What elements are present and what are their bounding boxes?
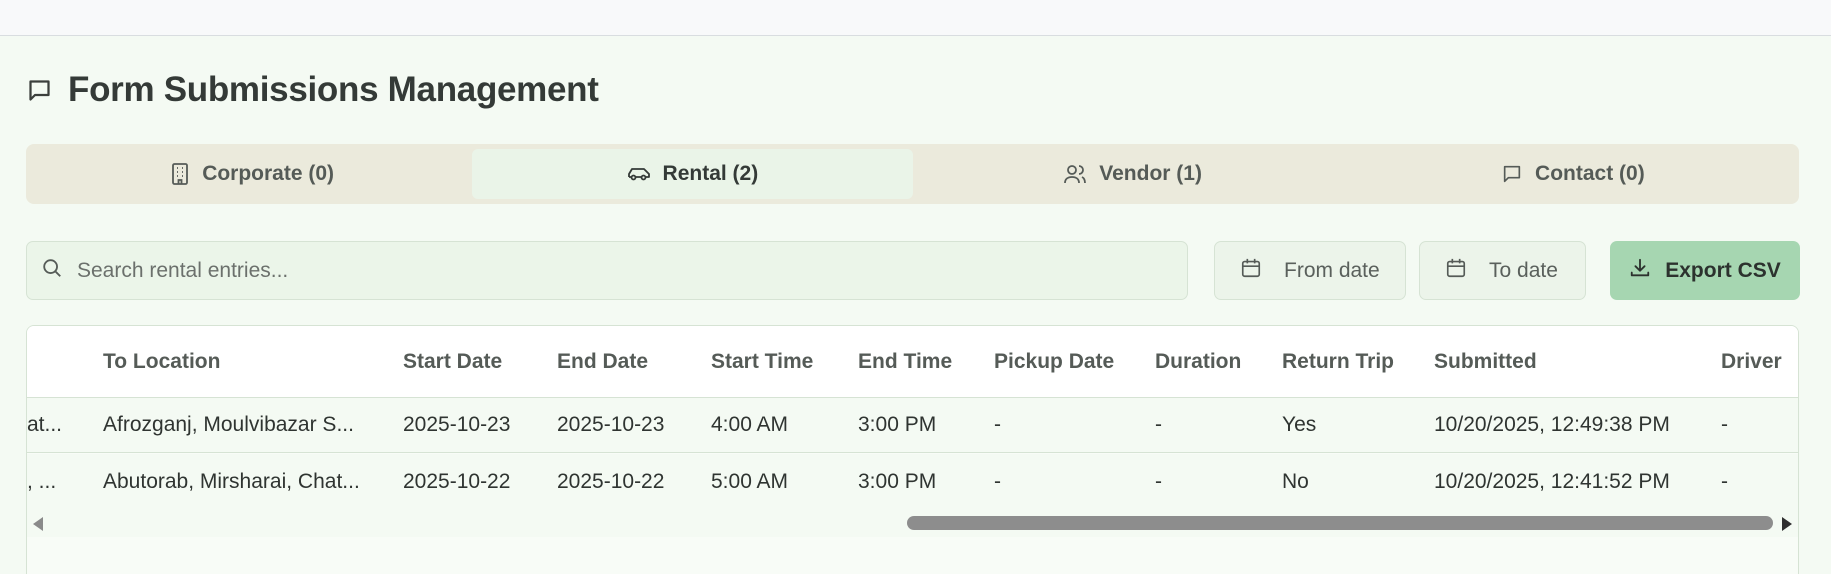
users-icon: [1063, 164, 1087, 184]
tab-contact[interactable]: Contact (0): [1353, 149, 1793, 199]
search-icon: [41, 257, 63, 284]
column-header-end-date[interactable]: End Date: [557, 326, 648, 397]
cell-end-date: 2025-10-22: [557, 469, 665, 493]
cell-end-time: 3:00 PM: [858, 413, 937, 436]
tab-rental[interactable]: Rental (2): [472, 149, 913, 199]
tab-corporate[interactable]: Corporate (0): [32, 149, 472, 199]
scrollbar-thumb[interactable]: [907, 516, 1773, 530]
column-header-driver[interactable]: Driver: [1721, 326, 1782, 397]
submission-type-tabs: Corporate (0) Rental (2) Vendor (1) Cont…: [26, 144, 1799, 204]
column-header-start-date[interactable]: Start Date: [403, 326, 502, 397]
tab-label: Contact (0): [1535, 162, 1645, 185]
cell-submitted: 10/20/2025, 12:49:38 PM: [1434, 413, 1670, 436]
scroll-right-arrow-icon[interactable]: [1782, 517, 1792, 531]
cell-start-time: 4:00 AM: [711, 413, 789, 436]
tab-label: Vendor (1): [1099, 162, 1202, 185]
export-label: Export CSV: [1665, 258, 1781, 282]
search-input[interactable]: [77, 258, 1157, 283]
cell-start-time: 5:00 AM: [711, 469, 789, 493]
message-icon: [1501, 163, 1523, 185]
car-icon: [627, 165, 651, 183]
cell-pickup-date: -: [994, 413, 1001, 436]
scroll-left-arrow-icon[interactable]: [33, 517, 43, 531]
column-header-end-time[interactable]: End Time: [858, 326, 952, 397]
export-csv-button[interactable]: Export CSV: [1610, 241, 1800, 300]
cell-end-date: 2025-10-23: [557, 413, 665, 436]
cell-to-location: Abutorab, Mirsharai, Chat...: [103, 469, 360, 493]
tab-label: Rental (2): [662, 162, 759, 185]
to-date-label: To date: [1489, 258, 1558, 282]
download-icon: [1629, 257, 1651, 285]
cell-submitted: 10/20/2025, 12:41:52 PM: [1434, 469, 1670, 493]
table-row[interactable]: , ... Abutorab, Mirsharai, Chat... 2025-…: [27, 454, 1798, 509]
column-header-to-location[interactable]: To Location: [103, 326, 220, 397]
submissions-table: To Location Start Date End Date Start Ti…: [26, 325, 1799, 574]
cell-to-location: Afrozganj, Moulvibazar S...: [103, 413, 354, 436]
building-icon: [170, 163, 190, 185]
cell-from-location: , ...: [27, 469, 57, 493]
cell-pickup-date: -: [994, 469, 1001, 493]
column-header-pickup-date[interactable]: Pickup Date: [994, 326, 1114, 397]
calendar-icon: [1445, 257, 1467, 285]
horizontal-scrollbar[interactable]: [27, 509, 1798, 537]
calendar-icon: [1240, 257, 1262, 285]
from-date-label: From date: [1284, 258, 1380, 282]
cell-driver: -: [1721, 413, 1728, 436]
table-header-row: To Location Start Date End Date Start Ti…: [27, 326, 1798, 398]
tab-label: Corporate (0): [202, 162, 335, 185]
message-square-icon: [26, 76, 54, 104]
table-row[interactable]: at... Afrozganj, Moulvibazar S... 2025-1…: [27, 398, 1798, 453]
cell-start-date: 2025-10-22: [403, 469, 511, 493]
column-header-duration[interactable]: Duration: [1155, 326, 1241, 397]
top-bar: [0, 0, 1831, 36]
cell-start-date: 2025-10-23: [403, 413, 511, 436]
to-date-button[interactable]: To date: [1419, 241, 1586, 300]
cell-end-time: 3:00 PM: [858, 469, 937, 493]
search-box[interactable]: [26, 241, 1188, 300]
from-date-button[interactable]: From date: [1214, 241, 1406, 300]
column-header-return-trip[interactable]: Return Trip: [1282, 326, 1394, 397]
cell-duration: -: [1155, 413, 1162, 436]
column-header-submitted[interactable]: Submitted: [1434, 326, 1537, 397]
page-title: Form Submissions Management: [68, 70, 599, 109]
cell-driver: -: [1721, 469, 1728, 493]
cell-return-trip: No: [1282, 469, 1309, 493]
column-header-start-time[interactable]: Start Time: [711, 326, 813, 397]
cell-from-location: at...: [27, 413, 63, 436]
tab-vendor[interactable]: Vendor (1): [913, 149, 1353, 199]
cell-duration: -: [1155, 469, 1162, 493]
cell-return-trip: Yes: [1282, 413, 1317, 436]
page-header: Form Submissions Management: [26, 70, 599, 110]
